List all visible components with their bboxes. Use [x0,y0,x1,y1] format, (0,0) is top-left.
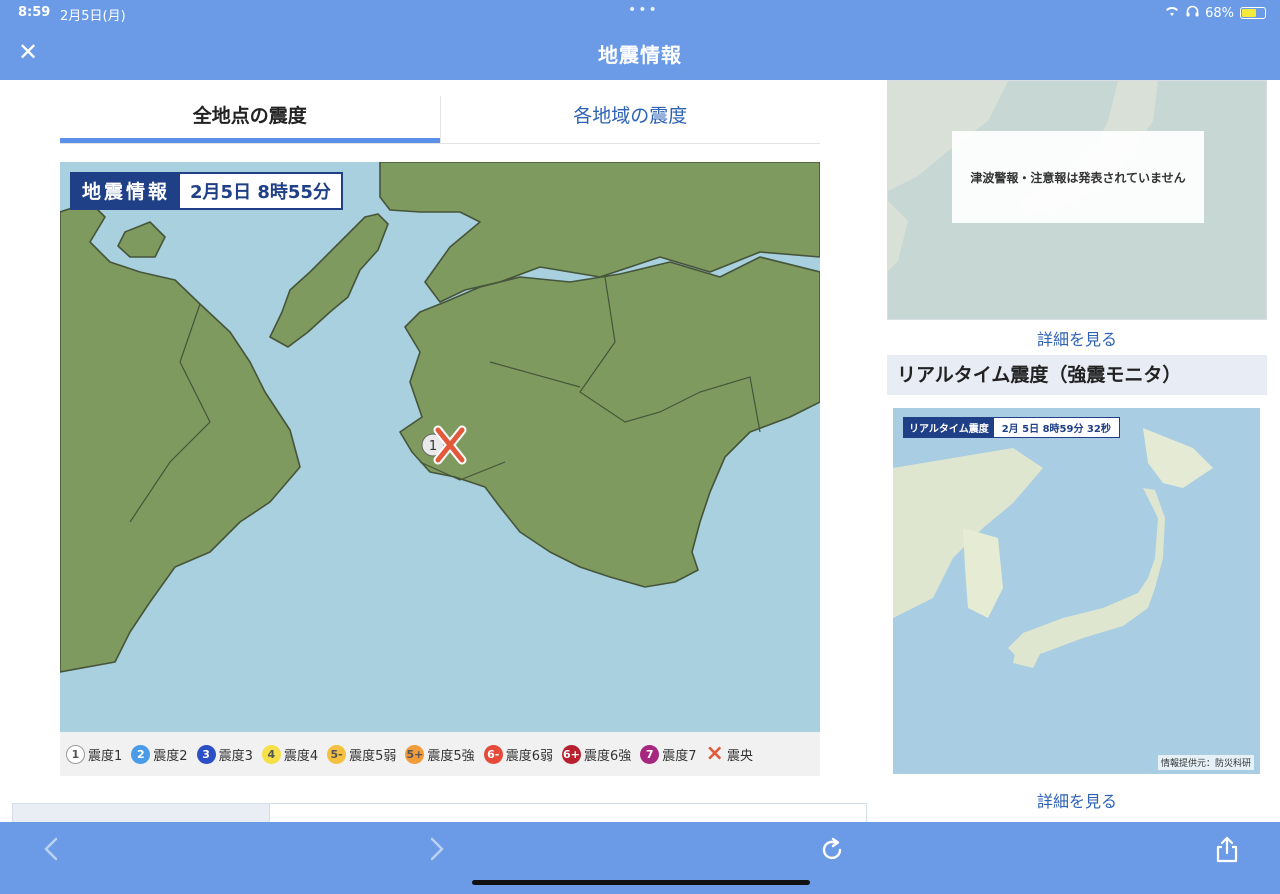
legend-label: 震度7 [662,748,697,764]
share-icon[interactable] [1214,836,1240,871]
legend-item: × 震央 [705,741,753,766]
legend-item: 1 震度1 [66,744,123,764]
nav-bar: ✕ 地震情報 [0,26,1280,80]
legend-item: 4 震度4 [261,744,319,764]
tab-all-points[interactable]: 全地点の震度 [60,96,440,143]
wifi-icon [1164,5,1180,21]
legend-label: 震度1 [88,748,123,764]
chevron-left-icon[interactable] [42,836,60,869]
map-credit: 情報提供元：防災科研 [1157,755,1254,770]
realtime-badge-time: 2月 5日 8時59分 32秒 [993,418,1119,437]
epicenter-legend-icon: × [705,741,724,766]
multitask-dots-icon[interactable]: ••• [628,2,659,18]
status-right: 68% [1164,5,1266,21]
legend-item: 7 震度7 [640,744,697,764]
quake-map-graphic: 1 [60,162,820,732]
legend-label: 震度3 [218,748,253,764]
legend-item: 6+ 震度6強 [561,744,632,764]
legend-item: 2 震度2 [131,744,188,764]
realtime-section-title: リアルタイム震度（強震モニタ） [887,355,1267,395]
intensity-dot: 3 [196,744,216,764]
intensity-dot: 5+ [405,744,425,764]
tab-bar: 全地点の震度 各地域の震度 [60,96,820,144]
headphones-icon [1186,5,1199,21]
tab-regions[interactable]: 各地域の震度 [439,96,821,143]
realtime-badge: リアルタイム震度 2月 5日 8時59分 32秒 [903,417,1120,438]
status-time: 8:59 [18,5,51,20]
legend-item: 3 震度3 [196,744,253,764]
legend-item: 5+ 震度5強 [405,744,475,764]
legend-item: 6- 震度6弱 [483,744,553,764]
status-date: 2月5日(月) [60,9,126,24]
legend-label: 震度6強 [583,748,632,764]
quake-badge-time: 2月5日 8時55分 [180,174,341,208]
side-panel: 津波警報・注意報は発表されていません 詳細を見る リアルタイム震度（強震モニタ）… [887,80,1267,822]
page-title: 地震情報 [598,43,682,67]
tsunami-message: 津波警報・注意報は発表されていません [952,131,1204,223]
legend-label: 震央 [726,748,753,764]
legend-label: 震度5強 [427,748,475,764]
intensity-table-header [12,803,867,822]
intensity-dot: 6- [483,744,503,764]
battery-icon [1240,7,1266,19]
realtime-badge-label: リアルタイム震度 [904,418,994,437]
intensity-dot: 6+ [561,744,581,764]
quake-map[interactable]: 1 地震情報 2月5日 8時55分 [60,162,820,732]
main-content: 全地点の震度 各地域の震度 1 地震情報 2月5日 8時55分 1 震度1 2 … [0,80,1280,822]
legend-item: 5- 震度5弱 [327,744,397,764]
legend-label: 震度6弱 [505,748,553,764]
chevron-right-icon[interactable] [428,836,446,869]
tsunami-detail-link[interactable]: 詳細を見る [887,326,1267,350]
table-header-cell [13,804,270,822]
home-indicator[interactable] [472,880,810,885]
battery-fill [1242,9,1256,17]
quake-info-badge: 地震情報 2月5日 8時55分 [70,172,343,210]
observation-point-label: 1 [429,439,437,454]
intensity-dot: 2 [131,744,151,764]
intensity-dot: 5- [327,744,347,764]
intensity-dot: 1 [66,744,85,764]
battery-percent: 68% [1205,5,1234,21]
intensity-dot: 7 [640,744,660,764]
status-bar: 8:59 2月5日(月) ••• 68% [0,0,1280,26]
intensity-legend: 1 震度1 2 震度2 3 震度3 4 震度4 5- 震度5弱 5+ 震度5強 6- 震度6弱 6+ 震度6強… [60,732,820,776]
legend-label: 震度5弱 [349,748,397,764]
realtime-intensity-map[interactable]: リアルタイム震度 2月 5日 8時59分 32秒 情報提供元：防災科研 [893,408,1260,774]
legend-label: 震度2 [153,748,188,764]
quake-badge-label: 地震情報 [82,181,171,203]
reload-icon[interactable] [818,836,846,871]
intensity-dot: 4 [261,744,281,764]
realtime-detail-link[interactable]: 詳細を見る [887,788,1267,812]
legend-label: 震度4 [283,748,319,764]
tsunami-map[interactable]: 津波警報・注意報は発表されていません [887,80,1267,320]
realtime-map-graphic [893,408,1260,774]
